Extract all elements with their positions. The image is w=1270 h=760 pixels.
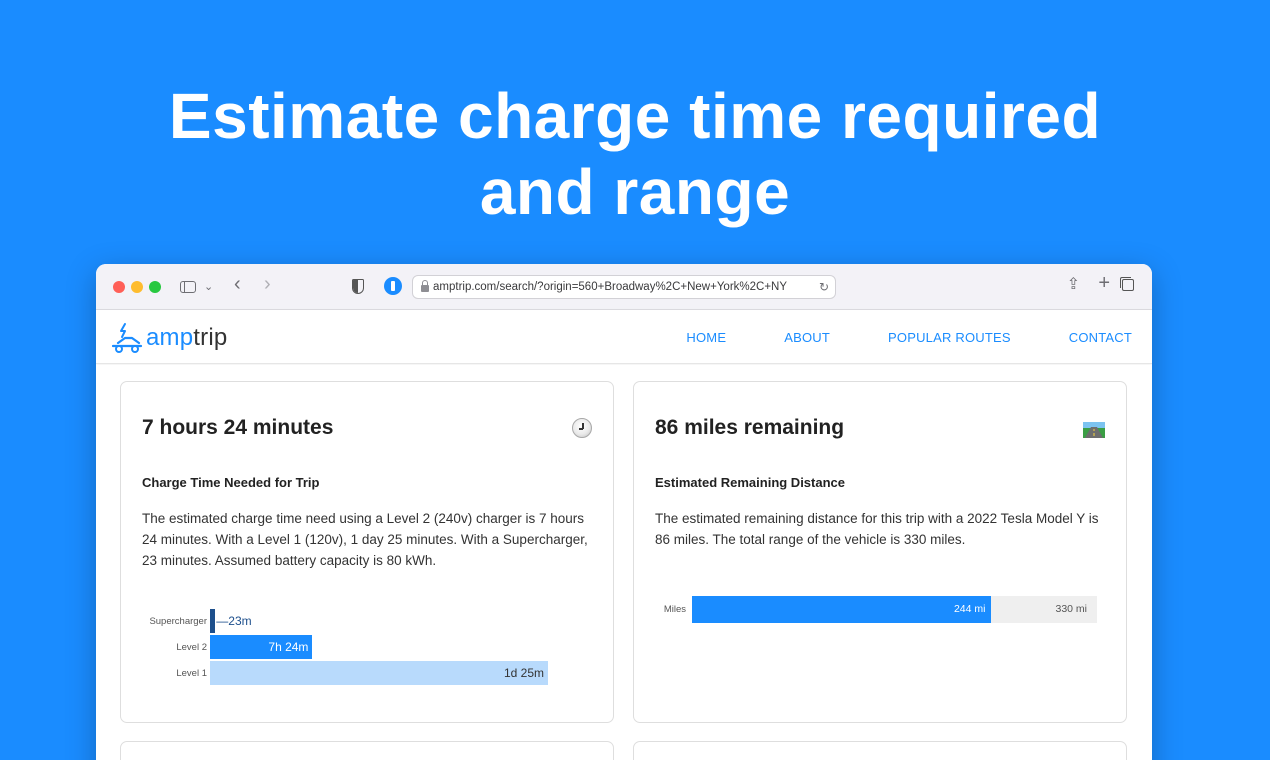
minimize-window-button[interactable] xyxy=(131,281,143,293)
close-window-button[interactable] xyxy=(113,281,125,293)
ev-car-logo-icon xyxy=(111,323,143,353)
charge-bar-label-1: Level 2 xyxy=(176,642,207,653)
lock-icon xyxy=(421,280,429,292)
share-icon[interactable]: ⇪ xyxy=(1067,275,1080,295)
browser-window: ⌄ ‹ › amptrip.com/search/?origin=560+Bro… xyxy=(96,264,1152,760)
site-logo[interactable]: amptrip xyxy=(110,322,227,354)
range-bar-total-value: 330 mi xyxy=(1055,603,1087,615)
road-icon xyxy=(1083,422,1105,438)
charge-time-card: 7 hours 24 minutes Charge Time Needed fo… xyxy=(120,381,614,723)
shield-icon[interactable] xyxy=(352,279,364,294)
charge-time-title: 7 hours 24 minutes xyxy=(142,416,334,439)
nav-home[interactable]: HOME xyxy=(686,330,726,345)
clock-icon xyxy=(572,418,592,438)
back-icon[interactable]: ‹ xyxy=(234,274,241,294)
range-title: 86 miles remaining xyxy=(655,416,845,439)
zoom-window-button[interactable] xyxy=(149,281,161,293)
charge-bar-label-0: Supercharger xyxy=(149,616,207,627)
address-bar[interactable]: amptrip.com/search/?origin=560+Broadway%… xyxy=(412,275,836,299)
logo-text-amp: amp xyxy=(146,324,194,351)
chevron-down-icon[interactable]: ⌄ xyxy=(204,277,213,297)
range-subtitle: Estimated Remaining Distance xyxy=(655,475,845,490)
range-card: 86 miles remaining Estimated Remaining D… xyxy=(633,381,1127,723)
nav-contact[interactable]: CONTACT xyxy=(1069,330,1132,345)
url-fade xyxy=(783,276,813,298)
forward-icon[interactable]: › xyxy=(264,274,271,294)
sidebar-icon[interactable] xyxy=(180,281,196,293)
headline: Estimate charge time required and range xyxy=(0,78,1270,230)
charge-bar-value-0: —23m xyxy=(216,614,252,628)
charge-bar-value-2: 1d 25m xyxy=(503,666,544,680)
charge-time-description: The estimated charge time need using a L… xyxy=(142,511,588,568)
page-content: 7 hours 24 minutes Charge Time Needed fo… xyxy=(96,365,1152,760)
charge-bar-label-2: Level 1 xyxy=(176,668,207,679)
range-description: The estimated remaining distance for thi… xyxy=(655,511,1099,547)
password-manager-icon[interactable] xyxy=(384,277,402,295)
url-text: amptrip.com/search/?origin=560+Broadway%… xyxy=(433,281,788,293)
charge-time-subtitle: Charge Time Needed for Trip xyxy=(142,475,320,490)
nav-popular-routes[interactable]: POPULAR ROUTES xyxy=(888,330,1011,345)
site-header: amptrip HOME ABOUT POPULAR ROUTES CONTAC… xyxy=(96,310,1152,364)
next-card-right xyxy=(633,741,1127,760)
headline-line-2: and range xyxy=(479,156,791,228)
next-card-left xyxy=(120,741,614,760)
charge-bar-value-1: 7h 24m xyxy=(268,640,309,654)
main-nav: HOME ABOUT POPULAR ROUTES CONTACT xyxy=(628,310,1132,364)
logo-text-trip: trip xyxy=(193,324,228,351)
nav-about[interactable]: ABOUT xyxy=(784,330,830,345)
new-tab-icon[interactable]: + xyxy=(1098,273,1110,293)
browser-toolbar: ⌄ ‹ › amptrip.com/search/?origin=560+Bro… xyxy=(96,264,1152,310)
range-bar-label: Miles xyxy=(663,604,686,615)
tab-overview-icon[interactable] xyxy=(1122,279,1134,291)
headline-line-1: Estimate charge time required xyxy=(168,80,1102,152)
reload-icon[interactable]: ↻ xyxy=(819,276,829,298)
charge-bar-0 xyxy=(210,609,216,633)
